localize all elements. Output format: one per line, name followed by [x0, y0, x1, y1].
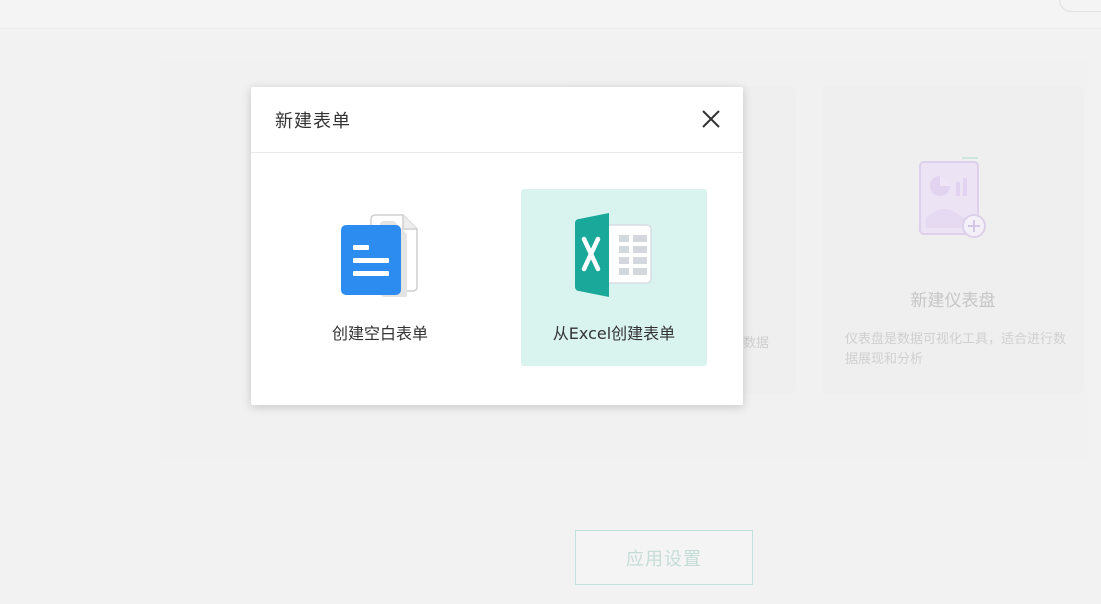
- excel-icon: [575, 213, 652, 297]
- new-form-dialog: 新建表单 创建空白表单 从Excel创建表单: [251, 87, 743, 405]
- create-from-excel-label: 从Excel创建表单: [552, 324, 676, 343]
- blank-document-icon: [341, 214, 418, 297]
- dashboard-card-description: 仪表盘是数据可视化工具，适合进行数据展现和分析: [845, 332, 1067, 367]
- apply-settings-button[interactable]: 应用设置: [575, 530, 753, 585]
- create-blank-form-label: 创建空白表单: [331, 324, 428, 343]
- close-icon[interactable]: [699, 107, 723, 131]
- dashboard-card-title: 新建仪表盘: [910, 291, 996, 311]
- dashboard-icon: [919, 157, 986, 238]
- dialog-header: 新建表单: [251, 87, 743, 153]
- create-blank-form-option[interactable]: 创建空白表单: [287, 189, 473, 366]
- create-from-excel-option[interactable]: 从Excel创建表单: [521, 189, 707, 366]
- create-dashboard-card[interactable]: 新建仪表盘 仪表盘是数据可视化工具，适合进行数据展现和分析: [822, 86, 1084, 394]
- card-description-fragment: 数据: [743, 336, 770, 351]
- user-menu-pill[interactable]: [1059, 0, 1101, 12]
- dialog-title: 新建表单: [275, 111, 351, 132]
- top-bar: [0, 0, 1101, 29]
